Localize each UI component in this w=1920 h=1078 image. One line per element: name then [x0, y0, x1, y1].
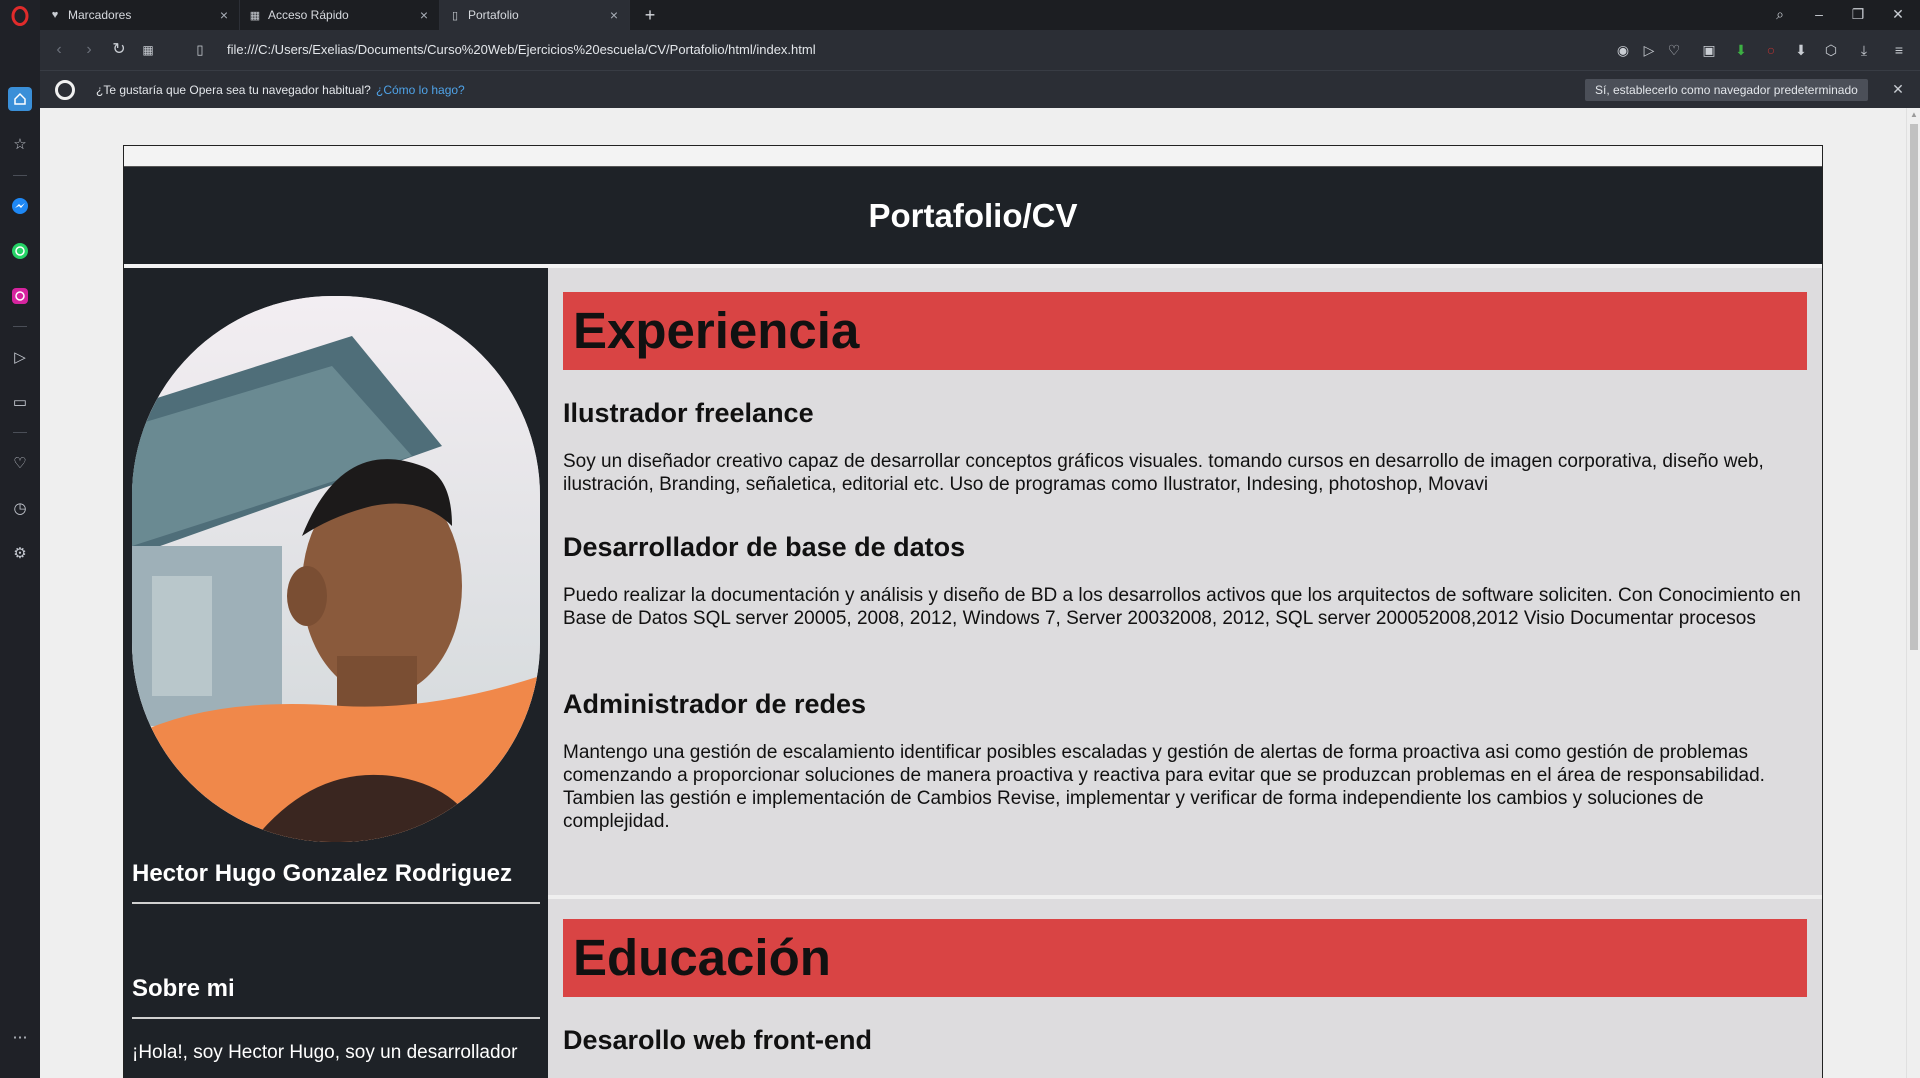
how-to-link[interactable]: ¿Cómo lo hago?	[376, 83, 465, 97]
close-tab-icon[interactable]: ×	[607, 8, 621, 22]
job-description: Puedo realizar la documentación y anális…	[563, 585, 1801, 629]
job-description: Soy un diseñador creativo capaz de desar…	[563, 451, 1764, 495]
flow-send-icon[interactable]: ▷	[8, 345, 32, 369]
close-window-icon[interactable]: ✕	[1890, 6, 1906, 22]
tab-marcadores[interactable]: ♥ Marcadores ×	[40, 0, 240, 30]
page-info-icon[interactable]: ▯	[191, 41, 209, 59]
address-bar: ‹ › ↻ ▦ ▯ file:///C:/Users/Exelias/Docum…	[40, 30, 1920, 70]
grid-icon: ▦	[249, 9, 261, 22]
url-field[interactable]: file:///C:/Users/Exelias/Documents/Curso…	[227, 42, 816, 57]
download-arrow-icon[interactable]: ⬇	[1732, 41, 1750, 59]
profile-photo	[132, 296, 540, 842]
tab-grid-icon[interactable]: ▦	[139, 41, 157, 59]
history-clock-icon[interactable]: ◷	[8, 496, 32, 520]
speed-dial-home-icon[interactable]	[8, 87, 32, 111]
job-title: Ilustrador freelance	[563, 398, 814, 428]
opera-sidebar: ☆ ▷ ▭ ♡ ◷ ⚙ ⋯	[0, 0, 40, 1078]
profile-name: Hector Hugo Gonzalez Rodriguez	[132, 860, 513, 887]
infobar-text: ¿Te gustaría que Opera sea tu navegador …	[96, 83, 371, 97]
settings-gear-icon[interactable]: ⚙	[8, 541, 32, 565]
education-item-title: Desarollo web front-end	[563, 1025, 873, 1055]
more-options-icon[interactable]: ⋯	[8, 1025, 32, 1049]
education-banner: Educación	[563, 919, 1807, 997]
scroll-up-icon[interactable]: ▲	[1909, 110, 1919, 120]
tab-label: Portafolio	[468, 8, 519, 22]
default-browser-infobar: ¿Te gustaría que Opera sea tu navegador …	[40, 70, 1920, 108]
whatsapp-icon[interactable]	[8, 239, 32, 263]
close-tab-icon[interactable]: ×	[217, 8, 231, 22]
download-icon[interactable]: ⬇	[1792, 41, 1810, 59]
page-icon: ▯	[451, 9, 459, 22]
adblock-icon[interactable]: ○	[1762, 41, 1780, 59]
tab-acceso-rapido[interactable]: ▦ Acceso Rápido ×	[240, 0, 440, 30]
back-icon[interactable]: ‹	[50, 41, 68, 59]
instagram-icon[interactable]	[8, 284, 32, 308]
heart-icon: ♥	[51, 9, 59, 21]
extension-icon[interactable]: ▣	[1700, 41, 1718, 59]
about-heading: Sobre mi	[132, 975, 235, 1002]
easy-setup-icon[interactable]: ≡	[1890, 41, 1908, 59]
tab-portafolio[interactable]: ▯ Portafolio ×	[440, 0, 630, 30]
messenger-icon[interactable]	[8, 194, 32, 218]
close-infobar-icon[interactable]: ✕	[1890, 81, 1906, 97]
send-icon[interactable]: ▷	[1640, 41, 1658, 59]
page-title: Portafolio/CV	[124, 167, 1822, 264]
restore-icon[interactable]: ❐	[1850, 6, 1866, 22]
page-scrollbar[interactable]: ▲	[1906, 108, 1920, 1078]
about-text: ¡Hola!, soy Hector Hugo, soy un desarrol…	[132, 1042, 518, 1063]
reload-icon[interactable]: ↻	[110, 41, 128, 59]
wallet-icon[interactable]: ▭	[8, 390, 32, 414]
bookmarks-star-icon[interactable]: ☆	[8, 132, 32, 156]
about-divider	[132, 1017, 540, 1019]
opera-logo-icon	[55, 80, 75, 100]
sidebar-separator	[13, 326, 27, 327]
bookmark-heart-icon[interactable]: ♡	[1665, 41, 1683, 59]
cube-icon[interactable]: ⬡	[1822, 41, 1840, 59]
scrollbar-thumb[interactable]	[1910, 124, 1918, 650]
name-divider	[132, 902, 540, 904]
job-description: Mantengo una gestión de escalamiento ide…	[563, 742, 1765, 832]
tab-label: Acceso Rápido	[268, 8, 349, 22]
page-viewport: Portafolio/CV Hector Hugo Gonzalez Rodri…	[40, 108, 1920, 1078]
section-divider	[548, 895, 1822, 899]
set-default-button[interactable]: Sí, establecerlo como navegador predeter…	[1585, 79, 1868, 101]
downloads-tray-icon[interactable]: ⤓	[1855, 41, 1873, 59]
main-content: Experiencia Ilustrador freelance Soy un …	[548, 268, 1822, 1078]
opera-menu-icon[interactable]	[8, 4, 32, 28]
sidebar-separator	[13, 175, 27, 176]
forward-icon[interactable]: ›	[80, 41, 98, 59]
close-tab-icon[interactable]: ×	[417, 8, 431, 22]
tab-label: Marcadores	[68, 8, 132, 22]
profile-sidebar: Hector Hugo Gonzalez Rodriguez Sobre mi …	[124, 268, 548, 1078]
page-top-strip	[124, 146, 1822, 167]
snapshot-camera-icon[interactable]: ◉	[1614, 41, 1632, 59]
education-heading: Educación	[573, 929, 831, 986]
job-title: Administrador de redes	[563, 689, 867, 719]
cv-page: Portafolio/CV Hector Hugo Gonzalez Rodri…	[123, 145, 1823, 1078]
minimize-icon[interactable]: –	[1811, 6, 1827, 22]
sidebar-separator	[13, 432, 27, 433]
tab-strip: ♥ Marcadores × ▦ Acceso Rápido × ▯ Porta…	[40, 0, 1920, 30]
search-tabs-icon[interactable]: ⌕	[1772, 6, 1788, 22]
experience-heading: Experiencia	[573, 302, 860, 359]
browser-window: ☆ ▷ ▭ ♡ ◷ ⚙ ⋯ ♥ Marcadores × ▦ Acceso Rá…	[0, 0, 1920, 1078]
job-title: Desarrollador de base de datos	[563, 532, 966, 562]
new-tab-button[interactable]: +	[640, 5, 660, 25]
favorites-heart-icon[interactable]: ♡	[8, 451, 32, 475]
experience-banner: Experiencia	[563, 292, 1807, 370]
